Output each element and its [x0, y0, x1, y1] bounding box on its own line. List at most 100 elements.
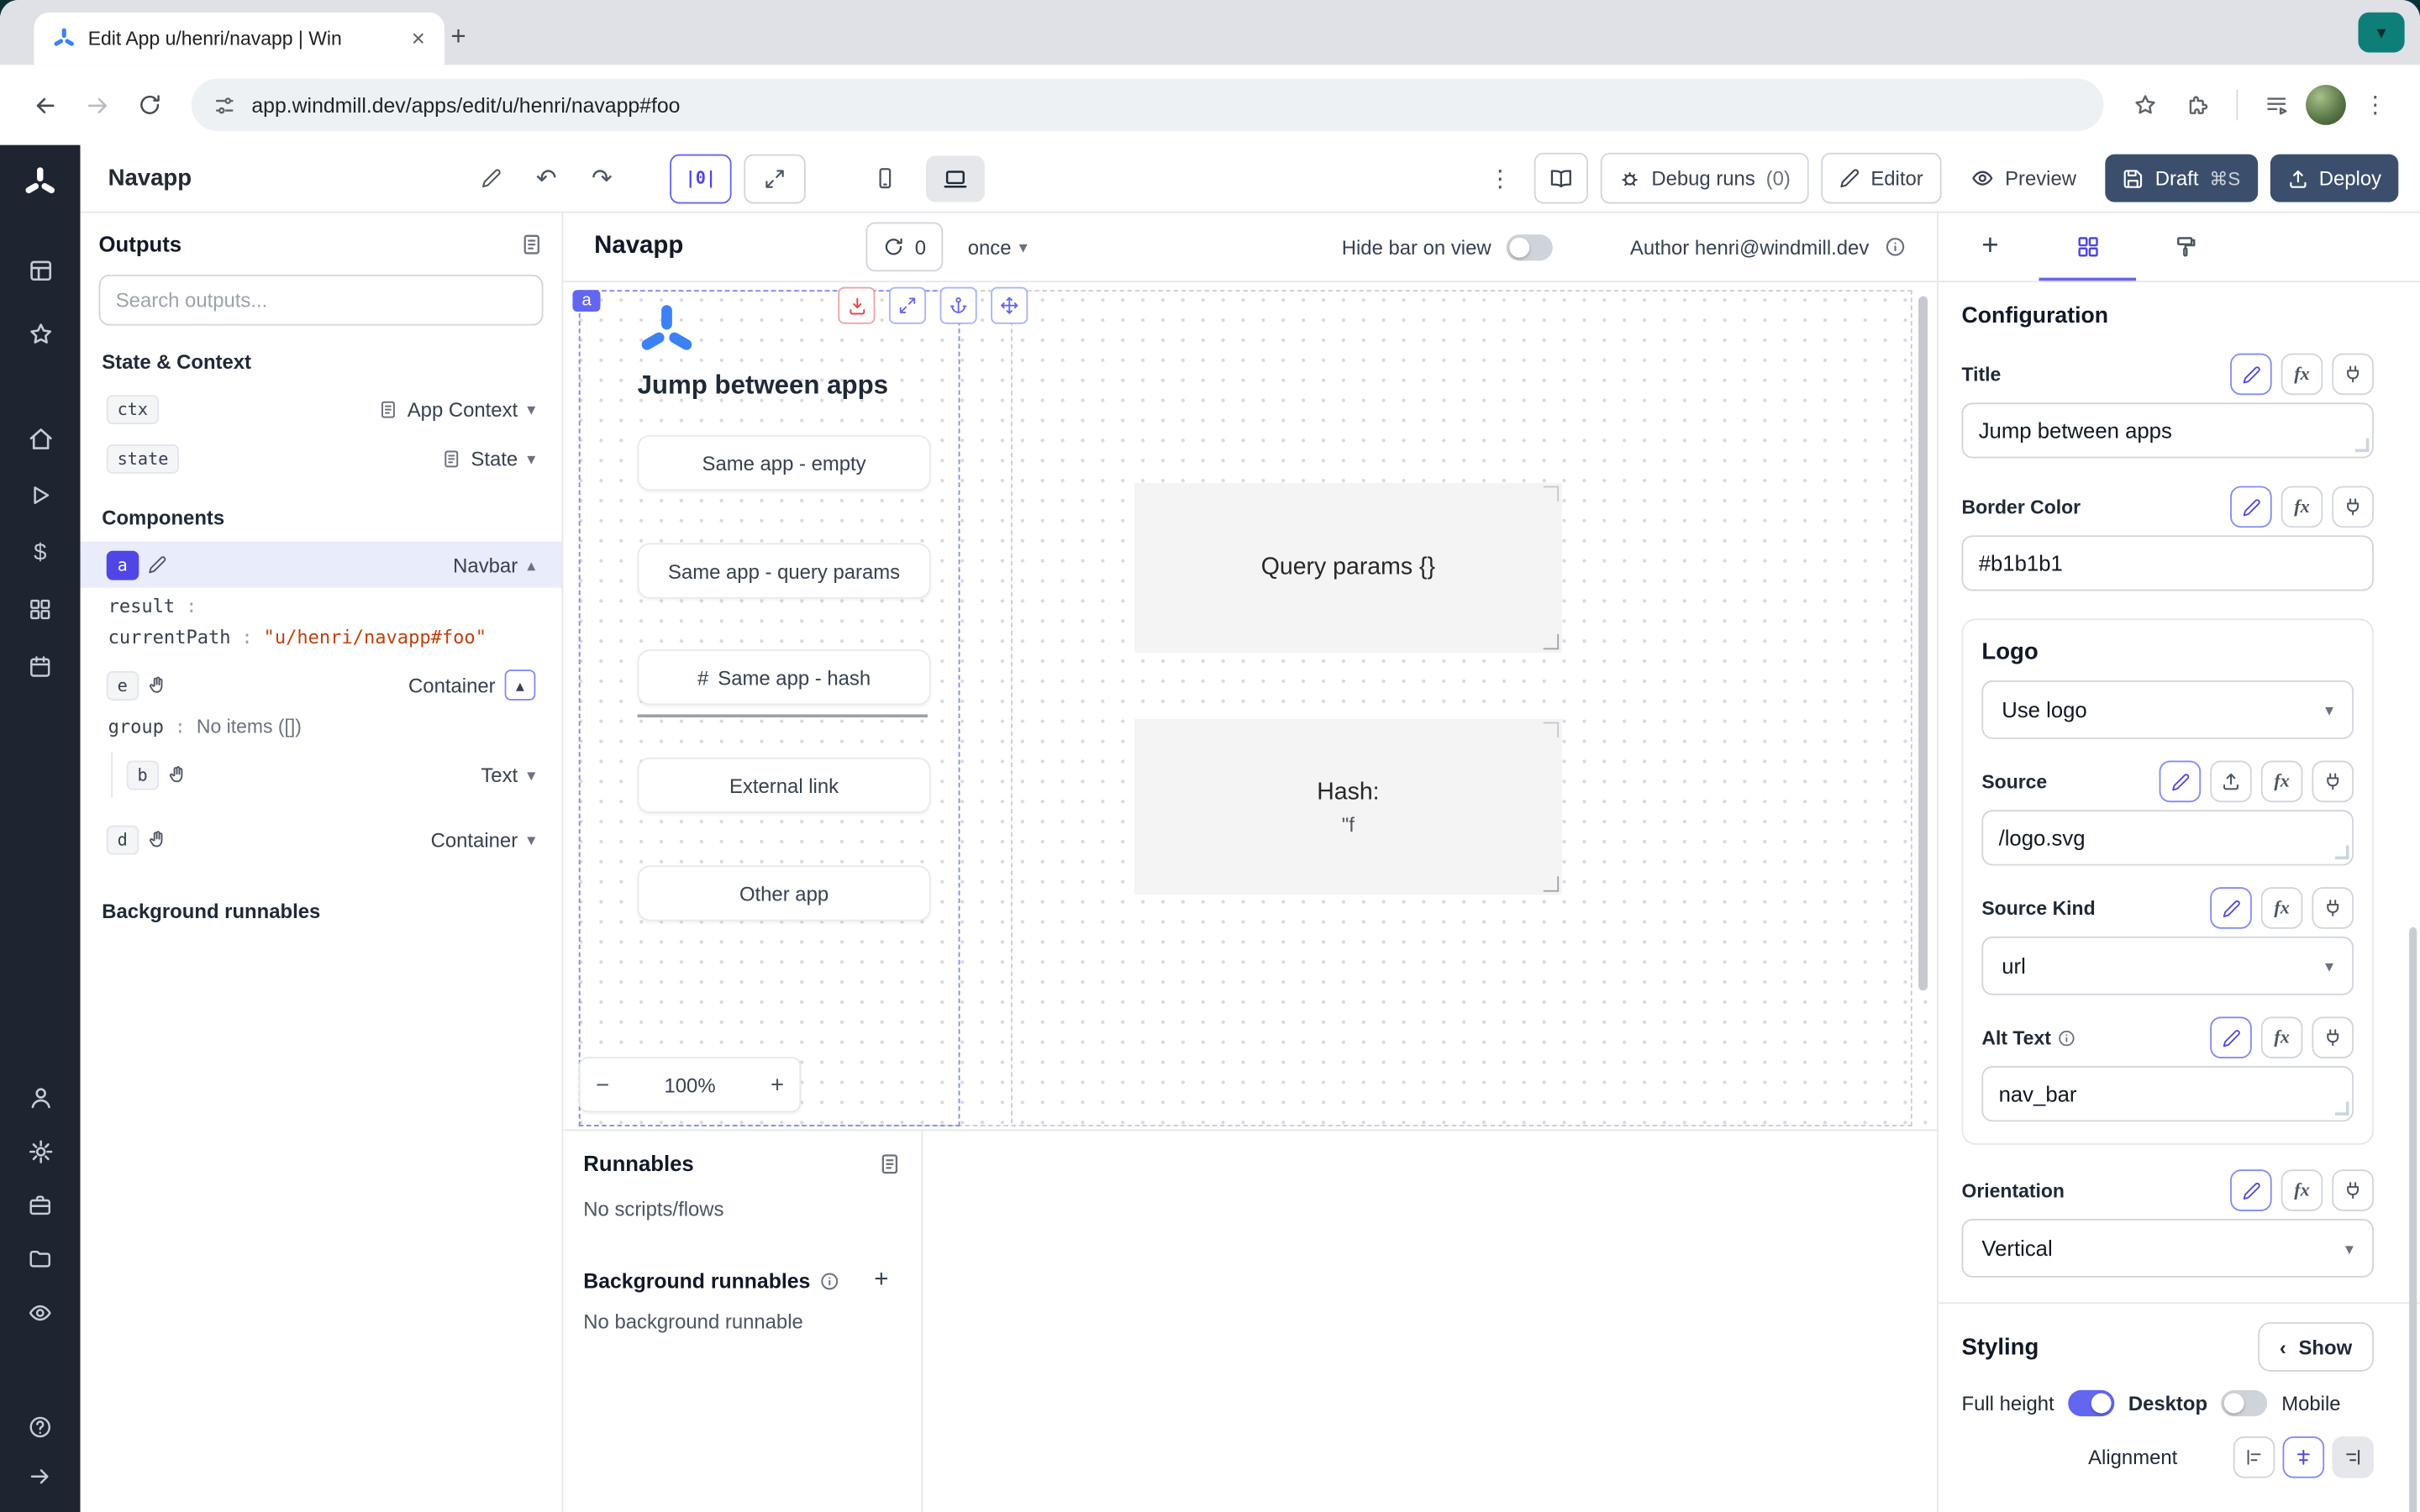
bookmark-star-icon[interactable]	[2123, 81, 2169, 128]
tab-close-icon[interactable]: ×	[404, 24, 432, 52]
expand-component-button[interactable]	[838, 287, 875, 324]
back-button[interactable]	[22, 81, 68, 128]
fx-button[interactable]: fx	[2281, 354, 2323, 396]
fullsize-component-button[interactable]	[889, 287, 926, 324]
connect-plug-button[interactable]	[2312, 1016, 2354, 1058]
insert-component-tab[interactable]: +	[1942, 213, 2039, 281]
edit-pencil-button[interactable]	[2230, 1169, 2272, 1211]
nav-link-external[interactable]: External link	[638, 758, 931, 813]
component-row-text-b[interactable]: b Text ▾	[118, 751, 543, 797]
align-right-button[interactable]	[2332, 1436, 2374, 1478]
connect-plug-button[interactable]	[2312, 887, 2354, 929]
deploy-button[interactable]: Deploy	[2270, 155, 2398, 202]
grid-lines-toggle[interactable]: |0|	[670, 154, 731, 203]
resize-grip[interactable]	[2335, 846, 2349, 860]
zoom-out-button[interactable]: −	[596, 1072, 609, 1098]
chevron-down-icon[interactable]: ▾	[527, 449, 535, 469]
rail-variables-icon[interactable]: $	[34, 535, 46, 569]
anchor-component-button[interactable]	[940, 287, 977, 324]
source-input[interactable]	[1981, 810, 2354, 865]
draft-button[interactable]: Draft ⌘S	[2106, 155, 2257, 202]
more-menu-icon[interactable]: ⋮	[1479, 156, 1522, 199]
new-tab-button[interactable]: +	[439, 17, 479, 57]
windmill-logo-icon[interactable]	[24, 166, 57, 200]
full-height-toggle[interactable]	[2068, 1390, 2114, 1416]
nav-link-query-params[interactable]: Same app - query params	[638, 543, 931, 599]
state-row[interactable]: state State ▾	[99, 435, 544, 481]
border-color-input[interactable]	[1961, 535, 2373, 591]
fx-button[interactable]: fx	[2261, 1016, 2303, 1058]
chevron-down-icon[interactable]: ▾	[527, 764, 535, 785]
redo-icon[interactable]: ↷	[581, 156, 623, 199]
browser-menu-icon[interactable]: ⋮	[2352, 81, 2398, 128]
browser-tab[interactable]: Edit App u/henri/navapp | Win ×	[34, 13, 445, 65]
address-bar[interactable]: app.windmill.dev/apps/edit/u/henri/navap…	[192, 79, 2104, 131]
component-row-container-e[interactable]: e Container ▴	[99, 662, 544, 708]
canvas-scrollbar[interactable]	[1918, 297, 1928, 991]
mobile-toggle[interactable]	[2222, 1390, 2268, 1416]
component-settings-tab[interactable]	[2039, 213, 2136, 281]
rail-users-icon[interactable]	[27, 1080, 53, 1114]
search-outputs-input[interactable]	[99, 275, 544, 326]
collapse-toggle[interactable]: ▴	[505, 669, 536, 701]
add-background-runnable-button[interactable]: +	[861, 1261, 902, 1301]
align-left-button[interactable]	[2233, 1436, 2275, 1478]
source-kind-select[interactable]: url ▾	[1981, 937, 2354, 995]
edit-pencil-button[interactable]	[2230, 354, 2272, 396]
move-component-button[interactable]	[991, 287, 1028, 324]
zoom-in-button[interactable]: +	[771, 1072, 784, 1098]
connect-plug-button[interactable]	[2332, 354, 2374, 396]
edit-name-pencil-icon[interactable]	[469, 156, 512, 199]
docs-book-button[interactable]	[1534, 153, 1588, 204]
connect-plug-button[interactable]	[2312, 761, 2354, 803]
resize-grip[interactable]	[2335, 1101, 2349, 1116]
fx-button[interactable]: fx	[2261, 887, 2303, 929]
fx-button[interactable]: fx	[2281, 1169, 2323, 1211]
chevron-up-icon[interactable]: ▴	[527, 554, 535, 575]
app-canvas[interactable]: a Jump between apps Same app - empty Sam…	[563, 282, 1937, 1129]
navbar-selection-outline[interactable]	[579, 290, 960, 1126]
media-queue-icon[interactable]	[2254, 81, 2300, 128]
component-row-navbar[interactable]: a Navbar ▴	[81, 542, 562, 588]
connect-plug-button[interactable]	[2332, 1169, 2374, 1211]
edit-pencil-button[interactable]	[2160, 761, 2202, 803]
runnables-doc-icon[interactable]	[878, 1152, 902, 1175]
rail-apps-table-icon[interactable]	[27, 253, 53, 286]
undo-icon[interactable]: ↶	[524, 156, 567, 199]
rail-home-icon[interactable]	[27, 421, 53, 454]
query-params-panel[interactable]: Query params {}	[1134, 483, 1562, 653]
rail-settings-icon[interactable]	[27, 1134, 53, 1168]
forward-button[interactable]	[74, 81, 120, 128]
hide-bar-toggle[interactable]	[1507, 234, 1553, 260]
rail-folders-icon[interactable]	[28, 1242, 52, 1276]
fullscreen-canvas-button[interactable]	[744, 154, 805, 203]
config-scrollbar[interactable]	[2409, 927, 2417, 1512]
align-center-button[interactable]	[2283, 1436, 2325, 1478]
rail-runs-icon[interactable]	[28, 478, 52, 512]
use-logo-select[interactable]: Use logo ▾	[1981, 680, 2354, 739]
resize-grip[interactable]	[2355, 438, 2370, 453]
edit-pencil-button[interactable]	[2210, 1016, 2252, 1058]
styling-tab[interactable]	[2136, 213, 2233, 281]
rail-audit-icon[interactable]	[28, 1296, 52, 1330]
reload-button[interactable]	[127, 81, 173, 128]
edit-pencil-button[interactable]	[2210, 887, 2252, 929]
refresh-button[interactable]: 0	[865, 222, 943, 271]
ctx-row[interactable]: ctx App Context ▾	[99, 386, 544, 432]
nav-link-other-app[interactable]: Other app	[638, 865, 931, 921]
hash-panel[interactable]: Hash: "f	[1134, 719, 1562, 895]
nav-link-empty[interactable]: Same app - empty	[638, 435, 931, 491]
tab-search-button[interactable]: ▾	[2359, 13, 2405, 53]
fx-button[interactable]: fx	[2261, 761, 2303, 803]
alt-text-input[interactable]	[1981, 1066, 2354, 1121]
rail-workers-icon[interactable]	[28, 1188, 52, 1221]
nav-link-hash[interactable]: # Same app - hash	[638, 649, 931, 705]
desktop-view-button[interactable]	[926, 155, 985, 202]
frequency-dropdown[interactable]: once ▾	[968, 235, 1028, 259]
mobile-view-button[interactable]	[855, 155, 914, 202]
rail-collapse-icon[interactable]	[28, 1460, 52, 1494]
rail-resources-icon[interactable]	[28, 592, 52, 626]
component-row-container-d[interactable]: d Container ▾	[99, 816, 544, 863]
profile-avatar[interactable]	[2306, 85, 2346, 125]
connect-plug-button[interactable]	[2332, 486, 2374, 528]
